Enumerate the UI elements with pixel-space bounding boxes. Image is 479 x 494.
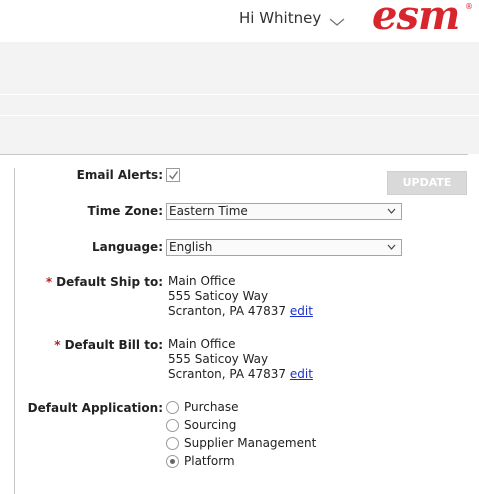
user-greeting: Hi Whitney: [239, 9, 322, 27]
default-ship-to-label: * Default Ship to:: [46, 275, 163, 289]
user-menu[interactable]: Hi Whitney: [239, 9, 345, 27]
content-left-border: [14, 168, 15, 494]
bill-to-label-text: Default Bill to:: [64, 338, 163, 352]
radio-label: Sourcing: [184, 418, 237, 432]
ship-to-address: Main Office 555 Saticoy Way Scranton, PA…: [168, 274, 313, 319]
bill-to-address: Main Office 555 Saticoy Way Scranton, PA…: [168, 337, 313, 382]
language-label: Language:: [91, 240, 163, 254]
language-value: English: [169, 240, 213, 254]
chevron-down-icon: [387, 244, 396, 250]
chevron-down-icon: [387, 208, 396, 214]
radio-option-sourcing[interactable]: Sourcing: [166, 418, 236, 432]
email-alerts-checkbox[interactable]: [166, 168, 180, 182]
time-zone-select[interactable]: Eastern Time: [166, 203, 402, 220]
radio-button[interactable]: [166, 436, 179, 450]
registered-mark: ®: [465, 2, 473, 11]
ship-to-edit-link[interactable]: edit: [290, 304, 313, 318]
language-select[interactable]: English: [166, 239, 402, 256]
default-application-label: Default Application:: [27, 401, 163, 415]
radio-label: Purchase: [184, 400, 239, 414]
default-bill-to-label: * Default Bill to:: [54, 338, 163, 352]
time-zone-label: Time Zone:: [87, 204, 163, 218]
subnav-band: [0, 95, 479, 115]
radio-option-purchase[interactable]: Purchase: [166, 400, 239, 414]
radio-label: Platform: [184, 454, 235, 468]
nav-band: [0, 42, 479, 94]
ship-to-label-text: Default Ship to:: [56, 275, 163, 289]
email-alerts-label: Email Alerts:: [76, 168, 163, 182]
time-zone-value: Eastern Time: [169, 204, 248, 218]
top-bar: Hi Whitney esm ®: [0, 0, 479, 42]
ship-to-line2: 555 Saticoy Way: [168, 289, 269, 303]
bill-to-line3: Scranton, PA 47837: [168, 367, 287, 381]
radio-option-supplier-management[interactable]: Supplier Management: [166, 436, 316, 450]
ship-to-line1: Main Office: [168, 274, 236, 288]
esm-logo[interactable]: esm: [372, 0, 460, 36]
radio-option-platform[interactable]: Platform: [166, 454, 235, 468]
radio-label: Supplier Management: [184, 436, 317, 450]
radio-button[interactable]: [166, 418, 179, 432]
update-button[interactable]: UPDATE: [387, 171, 467, 195]
radio-button-selected[interactable]: [166, 454, 179, 468]
chevron-down-icon: [329, 13, 345, 26]
required-marker: *: [45, 275, 53, 289]
section-header-band: [0, 116, 479, 154]
bill-to-line1: Main Office: [168, 337, 236, 351]
bill-to-edit-link[interactable]: edit: [290, 367, 313, 381]
radio-button[interactable]: [166, 400, 179, 414]
bill-to-line2: 555 Saticoy Way: [168, 352, 269, 366]
section-divider: [0, 154, 468, 155]
ship-to-line3: Scranton, PA 47837: [168, 304, 287, 318]
required-marker: *: [54, 338, 61, 352]
